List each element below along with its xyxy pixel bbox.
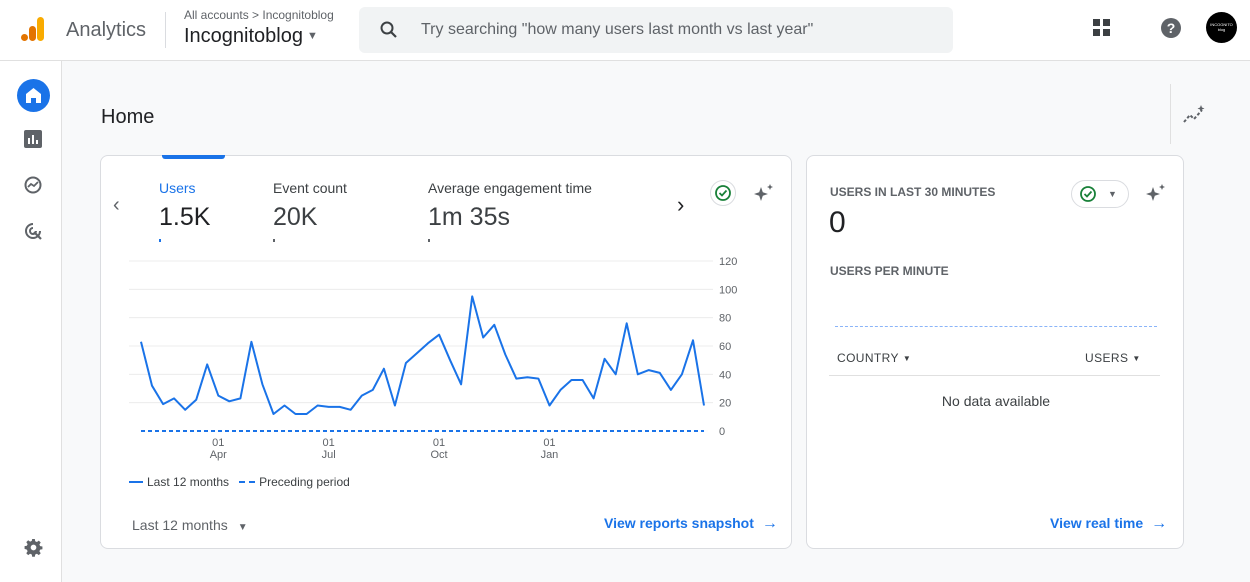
- x-tick-day: 01: [323, 437, 335, 449]
- x-tick-month: Jul: [322, 449, 336, 461]
- page-title: Home: [101, 106, 155, 128]
- table-divider: [829, 375, 1160, 376]
- date-range-label: Last 12 months: [132, 517, 228, 533]
- empty-state-text: No data available: [941, 393, 1051, 409]
- realtime-check-dropdown[interactable]: ▼: [1071, 180, 1129, 208]
- insights-icon[interactable]: [1182, 104, 1206, 133]
- y-tick-label: 60: [719, 341, 731, 353]
- column-header-country[interactable]: COUNTRY ▼: [837, 351, 911, 365]
- y-tick-label: 40: [719, 369, 731, 381]
- help-icon[interactable]: ?: [1160, 17, 1182, 44]
- nav-item-home[interactable]: [17, 79, 50, 112]
- overview-card: ‹ Users 1.5K Event count 20K Average eng…: [100, 155, 792, 549]
- column-label: COUNTRY: [837, 351, 899, 365]
- nav-item-reports[interactable]: [24, 130, 42, 153]
- x-tick-month: Oct: [430, 449, 447, 461]
- chevron-down-icon: ▼: [306, 30, 318, 42]
- y-tick-label: 100: [719, 284, 737, 296]
- arrow-right-icon: →: [1151, 515, 1168, 532]
- search-input[interactable]: [421, 7, 941, 53]
- x-tick-day: 01: [543, 437, 555, 449]
- right-divider: [1170, 84, 1171, 144]
- date-range-selector[interactable]: Last 12 months ▼: [132, 517, 248, 533]
- x-tick-day: 01: [212, 437, 224, 449]
- breadcrumb[interactable]: All accounts > Incognitoblog: [184, 8, 334, 22]
- left-nav: [0, 61, 62, 582]
- avatar[interactable]: INCOGNITO blog: [1206, 12, 1237, 43]
- legend-dashed-swatch: [239, 481, 256, 483]
- nav-item-explore[interactable]: [24, 176, 42, 199]
- explore-icon: [24, 176, 42, 194]
- view-reports-snapshot-link[interactable]: View reports snapshot →: [604, 515, 778, 533]
- chevron-down-icon: ▼: [902, 354, 912, 363]
- chevron-down-icon: ▼: [1108, 189, 1117, 199]
- column-header-users[interactable]: USERS ▼: [1085, 351, 1141, 365]
- apps-grid-icon[interactable]: [1091, 17, 1113, 44]
- link-label: View reports snapshot: [604, 515, 754, 531]
- data-quality-check-icon: [1076, 182, 1100, 211]
- gear-icon: [24, 538, 43, 557]
- svg-text:?: ?: [1167, 20, 1176, 36]
- y-tick-label: 20: [719, 398, 731, 410]
- legend-previous: Preceding period: [259, 475, 350, 489]
- legend-solid-swatch: [129, 481, 143, 483]
- y-tick-label: 0: [719, 426, 725, 438]
- search-bar[interactable]: [359, 7, 953, 53]
- arrow-right-icon: →: [761, 515, 778, 532]
- property-name: Incognitoblog: [184, 25, 303, 47]
- x-tick-month: Apr: [210, 449, 227, 461]
- admin-settings[interactable]: [24, 538, 43, 562]
- bar-chart-icon: [24, 130, 42, 148]
- chevron-down-icon: ▼: [237, 522, 248, 533]
- column-label: USERS: [1085, 351, 1129, 365]
- chart-legend: Last 12 months Preceding period: [129, 475, 350, 489]
- realtime-subheading: USERS PER MINUTE: [830, 264, 949, 278]
- realtime-card: USERS IN LAST 30 MINUTES 0 ▼ USERS PER M…: [806, 155, 1184, 549]
- nav-item-advertising[interactable]: [24, 222, 43, 246]
- link-label: View real time: [1050, 515, 1144, 531]
- view-real-time-link[interactable]: View real time →: [1050, 515, 1167, 533]
- top-bar: Analytics All accounts > Incognitoblog I…: [0, 0, 1250, 61]
- header-divider: [165, 12, 166, 48]
- chevron-down-icon: ▼: [1132, 354, 1141, 363]
- legend-current: Last 12 months: [147, 475, 230, 489]
- realtime-heading: USERS IN LAST 30 MINUTES: [830, 185, 996, 199]
- analytics-logo-icon[interactable]: [18, 14, 48, 44]
- series-line-last-12-months: [140, 295, 705, 415]
- users-per-minute-bars: [835, 326, 1157, 327]
- users-line-chart: 12010080604020001Apr01Jul01Oct01Jan: [129, 256, 737, 461]
- y-tick-label: 120: [719, 256, 737, 268]
- property-selector[interactable]: Incognitoblog ▼: [184, 25, 318, 48]
- x-tick-day: 01: [433, 437, 445, 449]
- advertising-icon: [25, 223, 42, 240]
- home-icon: [26, 88, 41, 103]
- realtime-value: 0: [829, 206, 846, 239]
- search-icon: [379, 20, 399, 45]
- x-tick-month: Jan: [541, 449, 559, 461]
- sparkle-icon[interactable]: [1144, 182, 1168, 211]
- y-tick-label: 80: [719, 313, 731, 325]
- app-title: Analytics: [66, 19, 147, 41]
